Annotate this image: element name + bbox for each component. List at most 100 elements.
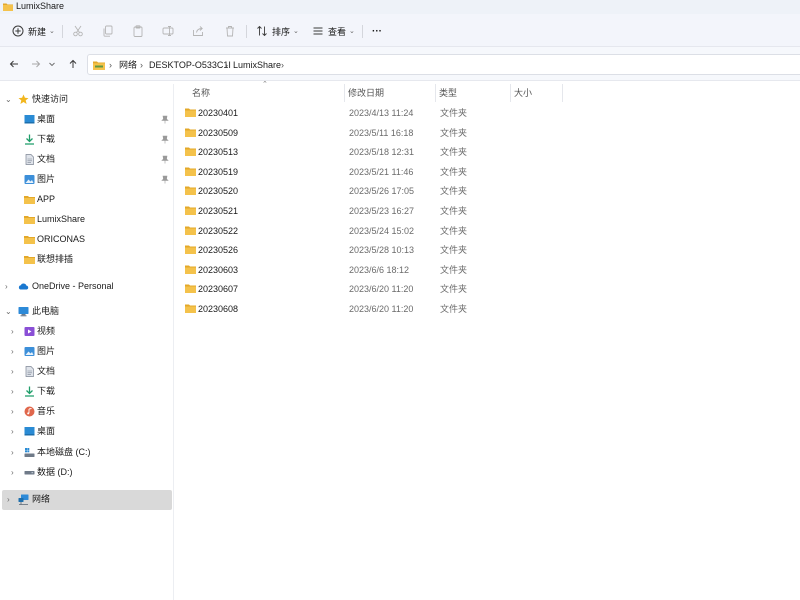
file-name: 20230526 [198,245,239,256]
file-modified-date: 2023/5/11 16:18 [349,127,414,138]
expand-chevron-icon[interactable]: › [11,366,19,377]
forward-button[interactable] [29,57,43,71]
rename-button[interactable] [162,22,174,40]
file-type: 文件夹 [440,284,468,295]
pin-icon [161,115,169,124]
file-name: 20230607 [198,284,239,295]
column-divider[interactable] [510,84,511,102]
column-header-name[interactable]: 名称 [192,84,210,102]
more-options-button[interactable]: ··· [372,22,382,40]
file-name: 20230608 [198,304,239,314]
document-icon [25,366,34,377]
drive-icon [24,471,35,475]
column-divider[interactable] [562,84,563,102]
copy-button[interactable] [102,22,114,40]
sidebar-item-pictures[interactable]: 图片 [0,170,172,190]
folder-icon [185,186,196,196]
sidebar-item-onedrive[interactable]: › OneDrive - Personal [0,277,172,297]
sidebar-item-desktop[interactable]: 桌面 [0,110,172,130]
expand-chevron-icon[interactable]: ⌄ [5,306,13,317]
trash-icon [226,26,234,37]
table-row[interactable]: 20230401 2023/4/13 11:24 文件夹 [176,104,576,123]
chevron-down-icon: ⌄ [49,28,55,35]
table-row[interactable]: 20230526 2023/5/28 10:13 文件夹 [176,241,576,260]
sidebar-item-lumixshare[interactable]: LumixShare [0,210,172,230]
folder-icon [185,108,196,117]
expand-chevron-icon[interactable]: › [11,386,19,397]
table-row[interactable]: 20230513 2023/5/18 12:31 文件夹 [176,143,576,162]
folder-icon [185,226,196,235]
recent-locations-button[interactable] [47,57,57,71]
sidebar-item-documents[interactable]: 文档 [0,150,172,170]
back-button[interactable] [7,57,21,71]
sidebar-item-this-pc[interactable]: ⌄ 此电脑 [0,302,172,322]
share-button[interactable] [192,22,204,40]
sidebar-item-label: ORICONAS [37,234,86,244]
file-modified-date: 2023/6/6 18:12 [349,264,410,275]
file-type: 文件夹 [440,304,468,314]
chevron-down-icon: ⌄ [293,28,299,35]
table-row[interactable]: 20230509 2023/5/11 16:18 文件夹 [176,124,576,143]
sort-icon [257,25,267,37]
file-type: 文件夹 [440,147,468,158]
table-row[interactable]: 20230520 2023/5/26 17:05 文件夹 [176,182,576,201]
expand-chevron-icon[interactable]: › [5,281,13,292]
view-list-icon [313,27,323,35]
expand-chevron-icon[interactable]: › [11,426,19,437]
title-bar: LumixShare [0,0,800,14]
column-header-size[interactable]: 大小 [514,84,532,102]
sidebar-item-downloads[interactable]: 下载 [0,130,172,150]
expand-chevron-icon[interactable]: › [11,326,19,337]
delete-button[interactable] [224,22,236,40]
more-icon: ··· [372,25,382,37]
sidebar-item-app[interactable]: APP [0,190,172,210]
new-button[interactable]: 新建 ⌄ [12,22,55,40]
column-divider[interactable] [435,84,436,102]
sidebar-item-drive-d[interactable]: › 数据 (D:) [0,463,172,483]
column-divider[interactable] [344,84,345,102]
sidebar-item-music[interactable]: › 音乐 [0,402,172,422]
sidebar-item-network[interactable]: › 网络 [2,490,172,510]
sidebar-item-lenovo-strip[interactable]: 联想排插 [0,250,172,270]
paste-button[interactable] [132,22,144,40]
breadcrumb-network[interactable]: 网络 [119,59,137,71]
star-icon [18,94,29,104]
sidebar-item-videos[interactable]: › 视频 [0,322,172,342]
column-header-modified[interactable]: 修改日期 [348,84,384,102]
table-row[interactable]: 20230607 2023/6/20 11:20 文件夹 [176,280,576,299]
cut-button[interactable] [72,22,84,40]
sidebar-item-label: LumixShare [37,214,86,224]
cut-icon [73,25,83,37]
expand-chevron-icon[interactable]: › [11,447,19,458]
table-row[interactable]: 20230522 2023/5/24 15:02 文件夹 [176,222,576,241]
sidebar-item-pc-downloads[interactable]: › 下载 [0,382,172,402]
view-button[interactable]: 查看 ⌄ [312,22,355,40]
computer-icon [18,307,29,317]
expand-chevron-icon[interactable]: › [7,494,15,505]
file-modified-date: 2023/5/26 17:05 [349,186,415,197]
sidebar-item-drive-c[interactable]: › 本地磁盘 (C:) [0,443,172,463]
sidebar-item-pc-desktop[interactable]: › 桌面 [0,422,172,442]
address-bar[interactable]: › 网络 › DESKTOP-O533C1I › LumixShare › [87,54,800,75]
breadcrumb-current-folder[interactable]: LumixShare [233,59,281,71]
expand-chevron-icon[interactable]: › [11,406,19,417]
arrow-right-icon [32,60,41,68]
expand-chevron-icon[interactable]: › [11,346,19,357]
sidebar-item-oriconas[interactable]: ORICONAS [0,230,172,250]
table-row[interactable]: 20230608 2023/6/20 11:20 文件夹 [176,300,576,319]
sidebar-item-label: 图片 [37,346,56,356]
table-row[interactable]: 20230519 2023/5/21 11:46 文件夹 [176,163,576,182]
sidebar-item-pc-documents[interactable]: › 文档 [0,362,172,382]
expand-chevron-icon[interactable]: ⌄ [5,94,13,105]
sidebar-item-pc-pictures[interactable]: › 图片 [0,342,172,362]
sidebar-item-quick-access[interactable]: ⌄ 快速访问 [0,90,172,110]
column-header-type[interactable]: 类型 [439,84,457,102]
folder-icon [24,216,35,224]
table-row[interactable]: 20230603 2023/6/6 18:12 文件夹 [176,261,576,280]
table-row[interactable]: 20230521 2023/5/23 16:27 文件夹 [176,202,576,221]
breadcrumb-computer[interactable]: DESKTOP-O533C1I [149,59,231,71]
expand-chevron-icon[interactable]: › [11,467,19,478]
file-type: 文件夹 [440,166,468,177]
sort-button[interactable]: 排序 ⌄ [256,22,299,40]
up-button[interactable] [66,57,80,71]
